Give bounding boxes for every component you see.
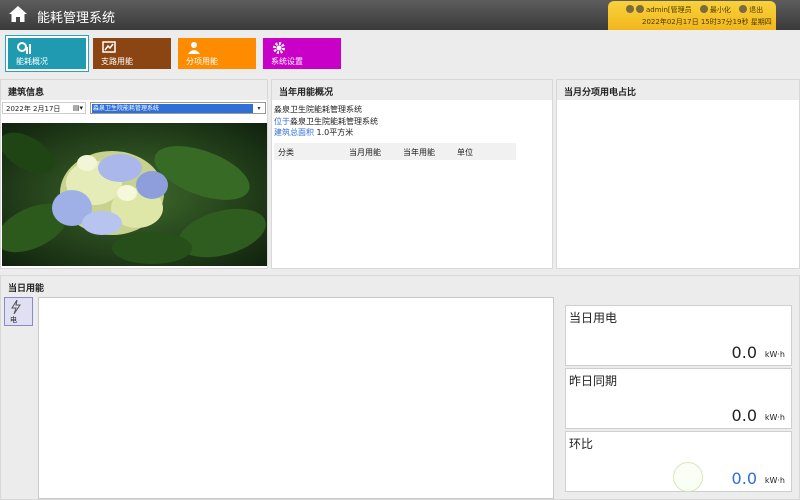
building-name: 淼泉卫生院能耗管理系统: [274, 105, 362, 114]
calendar-icon[interactable]: ▤▾: [73, 104, 83, 112]
nav-label: 能耗概况: [16, 57, 48, 66]
minimize-button[interactable]: 最小化: [699, 5, 731, 14]
building-select-value: 淼泉卫生院能耗管理系统: [92, 104, 253, 113]
lightning-icon: [11, 300, 21, 314]
building-photo: [2, 123, 267, 266]
card-unit: kW·h: [764, 476, 785, 485]
date-value: 2022年 2月17日: [6, 105, 61, 113]
user-icon: [188, 42, 200, 54]
today-usage-card: 当日用电 0.0 kW·h: [565, 305, 792, 366]
panel-title: 建筑信息: [1, 80, 267, 100]
col-unit: 单位: [457, 148, 473, 157]
panel-title: 当日用能: [1, 276, 799, 296]
branch-chart-icon: [102, 41, 116, 53]
location-value: 淼泉卫生院能耗管理系统: [290, 117, 378, 126]
area-label: 建筑总面积: [274, 128, 314, 137]
location-label: 位于: [274, 117, 290, 126]
month-ratio-panel: 当月分项用电占比: [556, 79, 800, 269]
top-bar: 能耗管理系统 admin[管理员 最小化 退出 2022年02月17日 15时3…: [0, 0, 800, 30]
nav-system-settings[interactable]: 系统设置: [263, 38, 341, 69]
yesterday-usage-card: 昨日同期 0.0 kW·h: [565, 368, 792, 429]
building-select[interactable]: 淼泉卫生院能耗管理系统 ▾: [90, 102, 266, 114]
card-title: 当日用电: [569, 311, 618, 325]
card-unit: kW·h: [764, 413, 785, 422]
date-picker[interactable]: 2022年 2月17日 ▤▾: [2, 102, 86, 114]
card-title: 环比: [569, 437, 594, 451]
card-value: 0.0: [731, 343, 757, 362]
nav-bar: 能耗概况 支路用能 分项用能 系统设置: [0, 30, 800, 74]
app-window: { "header": { "title": "能耗管理系统", "user":…: [0, 0, 800, 500]
user-link[interactable]: admin[管理员: [626, 5, 692, 14]
minimize-label: 最小化: [709, 6, 731, 14]
nav-branch-energy[interactable]: 支路用能: [93, 38, 171, 69]
user-panel: admin[管理员 最小化 退出 2022年02月17日 15时37分19秒 星…: [608, 1, 776, 30]
panel-title: 当月分项用电占比: [557, 80, 799, 100]
chevron-down-icon[interactable]: ▾: [254, 104, 264, 113]
energy-table-header: 分类 当月用能 当年用能 单位: [274, 143, 516, 160]
today-chart-area: [38, 297, 554, 499]
nav-itemized-energy[interactable]: 分项用能: [178, 38, 256, 69]
gear-icon: [273, 42, 285, 54]
datetime: 2022年02月17日 15时37分19秒 星期四: [642, 18, 772, 26]
info-icon: [626, 5, 634, 13]
electricity-tab[interactable]: 电: [4, 297, 33, 326]
leaf-icon: [673, 462, 703, 492]
card-value: 0.0: [731, 469, 757, 488]
location-row: 位于淼泉卫生院能耗管理系统: [274, 116, 378, 127]
col-year: 当年用能: [403, 148, 435, 157]
user-name: admin[管理员: [646, 6, 692, 14]
col-category: 分类: [278, 148, 294, 157]
nav-label: 支路用能: [101, 57, 133, 66]
card-unit: kW·h: [764, 350, 785, 359]
user-icon: [636, 5, 644, 13]
logout-label: 退出: [749, 6, 764, 14]
nav-energy-overview[interactable]: 能耗概况: [6, 36, 88, 71]
electricity-label: 电: [10, 316, 17, 324]
chart-icon: [17, 42, 31, 54]
area-value: 1.0平方米: [316, 128, 354, 137]
panel-title: 当年用能概况: [272, 80, 552, 100]
minimize-icon: [699, 5, 708, 13]
area-row: 建筑总面积 1.0平方米: [274, 127, 353, 138]
home-icon[interactable]: [8, 5, 28, 23]
col-month: 当月用能: [349, 148, 381, 157]
nav-label: 系统设置: [271, 57, 303, 66]
logout-icon: [739, 5, 748, 13]
nav-label: 分项用能: [186, 57, 218, 66]
logout-button[interactable]: 退出: [739, 5, 764, 14]
card-value: 0.0: [731, 406, 757, 425]
card-title: 昨日同期: [569, 374, 618, 388]
hydrangea-photo: [2, 123, 267, 266]
app-title: 能耗管理系统: [37, 11, 116, 26]
